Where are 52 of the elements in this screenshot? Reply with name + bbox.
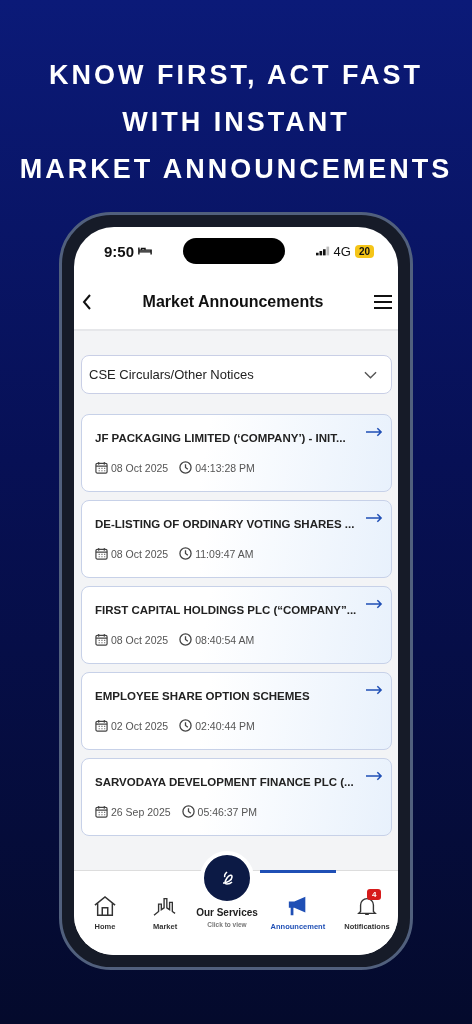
announcement-card[interactable]: EMPLOYEE SHARE OPTION SCHEMES 02 Oct 2025 02:40:44 PM (81, 672, 392, 750)
clock-icon (179, 547, 193, 560)
signal-icon (315, 246, 330, 256)
announcement-date: 08 Oct 2025 (111, 633, 169, 646)
announcement-title: JF PACKAGING LIMITED (‘COMPANY’) - INIT... (95, 432, 346, 444)
announcement-date: 08 Oct 2025 (111, 461, 169, 474)
page-title: Market Announcements (141, 293, 325, 311)
filter-dropdown[interactable]: CSE Circulars/Other Notices (81, 355, 392, 394)
announcement-time: 02:40:44 PM (195, 719, 255, 732)
announcement-title: SARVODAYA DEVELOPMENT FINANCE PLC (... (95, 776, 354, 788)
clock-icon (179, 719, 193, 732)
announcement-date: 26 Sep 2025 (111, 805, 171, 818)
headline-text: KNOW FIRST, ACT FAST (49, 59, 423, 92)
announcement-time: 04:13:28 PM (195, 461, 255, 474)
announcement-date: 08 Oct 2025 (111, 547, 169, 560)
home-icon (93, 895, 117, 917)
arrow-icon (366, 771, 383, 781)
arrow-icon (366, 513, 383, 523)
announcement-card[interactable]: SARVODAYA DEVELOPMENT FINANCE PLC (... 26 Sep 2025 05:46:37 PM (81, 758, 392, 836)
arrow-icon (366, 599, 383, 609)
announcement-title: EMPLOYEE SHARE OPTION SCHEMES (95, 690, 310, 702)
services-label[interactable]: Our Services (196, 907, 258, 918)
announcement-card[interactable]: FIRST CAPITAL HOLDINGS PLC (“COMPANY”... 08 Oct 2025 08:40:54 AM (81, 586, 392, 664)
notification-badge: 4 (366, 889, 382, 900)
network-label: 4G (333, 243, 351, 259)
battery-indicator: 20 (354, 244, 374, 258)
calendar-icon (95, 805, 108, 818)
back-icon[interactable] (82, 294, 92, 310)
clock-icon (179, 461, 193, 474)
announcement-time: 11:09:47 AM (195, 547, 254, 560)
calendar-icon (95, 719, 108, 732)
announcement-time: 05:46:37 PM (197, 805, 258, 818)
city-chart-icon (153, 895, 178, 917)
status-time: 9:50 (104, 242, 135, 260)
calendar-icon (95, 547, 108, 560)
announcement-time: 08:40:54 AM (195, 633, 255, 646)
announcement-date: 02 Oct 2025 (111, 719, 169, 732)
bed-icon (138, 246, 153, 256)
clock-icon (179, 633, 193, 646)
headline-text: MARKET ANNOUNCEMENTS (19, 153, 453, 186)
announcement-title: DE-LISTING OF ORDINARY VOTING SHARES ... (95, 518, 355, 530)
clock-icon (181, 805, 195, 818)
announcement-card[interactable]: DE-LISTING OF ORDINARY VOTING SHARES ... 08 Oct 2025 11:09:47 AM (81, 500, 392, 578)
calendar-icon (95, 461, 108, 474)
announcement-title: FIRST CAPITAL HOLDINGS PLC (“COMPANY”... (95, 604, 357, 616)
chevron-icon (364, 370, 377, 379)
arrow-icon (366, 427, 383, 437)
menu-icon[interactable] (374, 295, 392, 309)
arrow-icon (366, 685, 383, 695)
headline-text: WITH INSTANT (122, 106, 350, 139)
announcement-card[interactable]: JF PACKAGING LIMITED (‘COMPANY’) - INIT... 08 Oct 2025 04:13:28 PM (81, 414, 392, 492)
calendar-icon (95, 633, 108, 646)
